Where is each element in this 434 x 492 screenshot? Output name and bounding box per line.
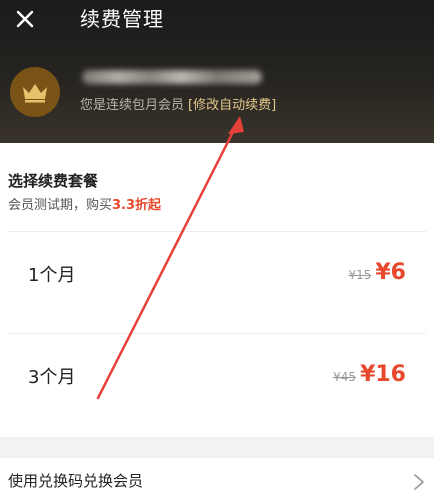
blurred-username: [82, 70, 262, 84]
discount-highlight: 3.3折起: [112, 198, 162, 213]
plans-card: 选择续费套餐 会员测试期，购买3.3折起 1个月 ¥15 ¥6 3个月 ¥45 …: [0, 143, 434, 437]
plan-name: 3个月: [28, 367, 76, 388]
header: 续费管理 您是连续包月会员 [修改自动续费]: [0, 0, 434, 143]
redeem-code-row[interactable]: 使用兑换码兑换会员: [0, 458, 434, 492]
section-subtitle: 会员测试期，购买3.3折起: [8, 197, 161, 215]
original-price: ¥15: [348, 268, 372, 282]
modify-auto-renew-link[interactable]: [修改自动续费]: [188, 98, 276, 113]
membership-status: 您是连续包月会员: [80, 98, 185, 113]
plan-option-3-months[interactable]: 3个月 ¥45 ¥16: [8, 333, 426, 429]
close-icon: [16, 10, 34, 28]
crown-icon: [23, 84, 47, 103]
original-price: ¥45: [333, 370, 357, 384]
subtitle-text: 会员测试期，购买: [8, 198, 113, 213]
avatar: [10, 67, 60, 117]
close-button[interactable]: [10, 4, 40, 34]
plan-price: ¥45 ¥16: [333, 362, 406, 387]
sale-price: ¥16: [360, 362, 406, 387]
membership-line: 您是连续包月会员 [修改自动续费]: [80, 97, 276, 115]
chevron-right-icon: [414, 474, 424, 490]
plan-price: ¥15 ¥6: [348, 260, 406, 285]
plan-name: 1个月: [28, 265, 76, 286]
plan-option-1-month[interactable]: 1个月 ¥15 ¥6: [8, 231, 426, 327]
section-title: 选择续费套餐: [8, 172, 99, 190]
redeem-label: 使用兑换码兑换会员: [8, 472, 144, 490]
sale-price: ¥6: [375, 260, 406, 285]
page-title: 续费管理: [80, 7, 164, 31]
